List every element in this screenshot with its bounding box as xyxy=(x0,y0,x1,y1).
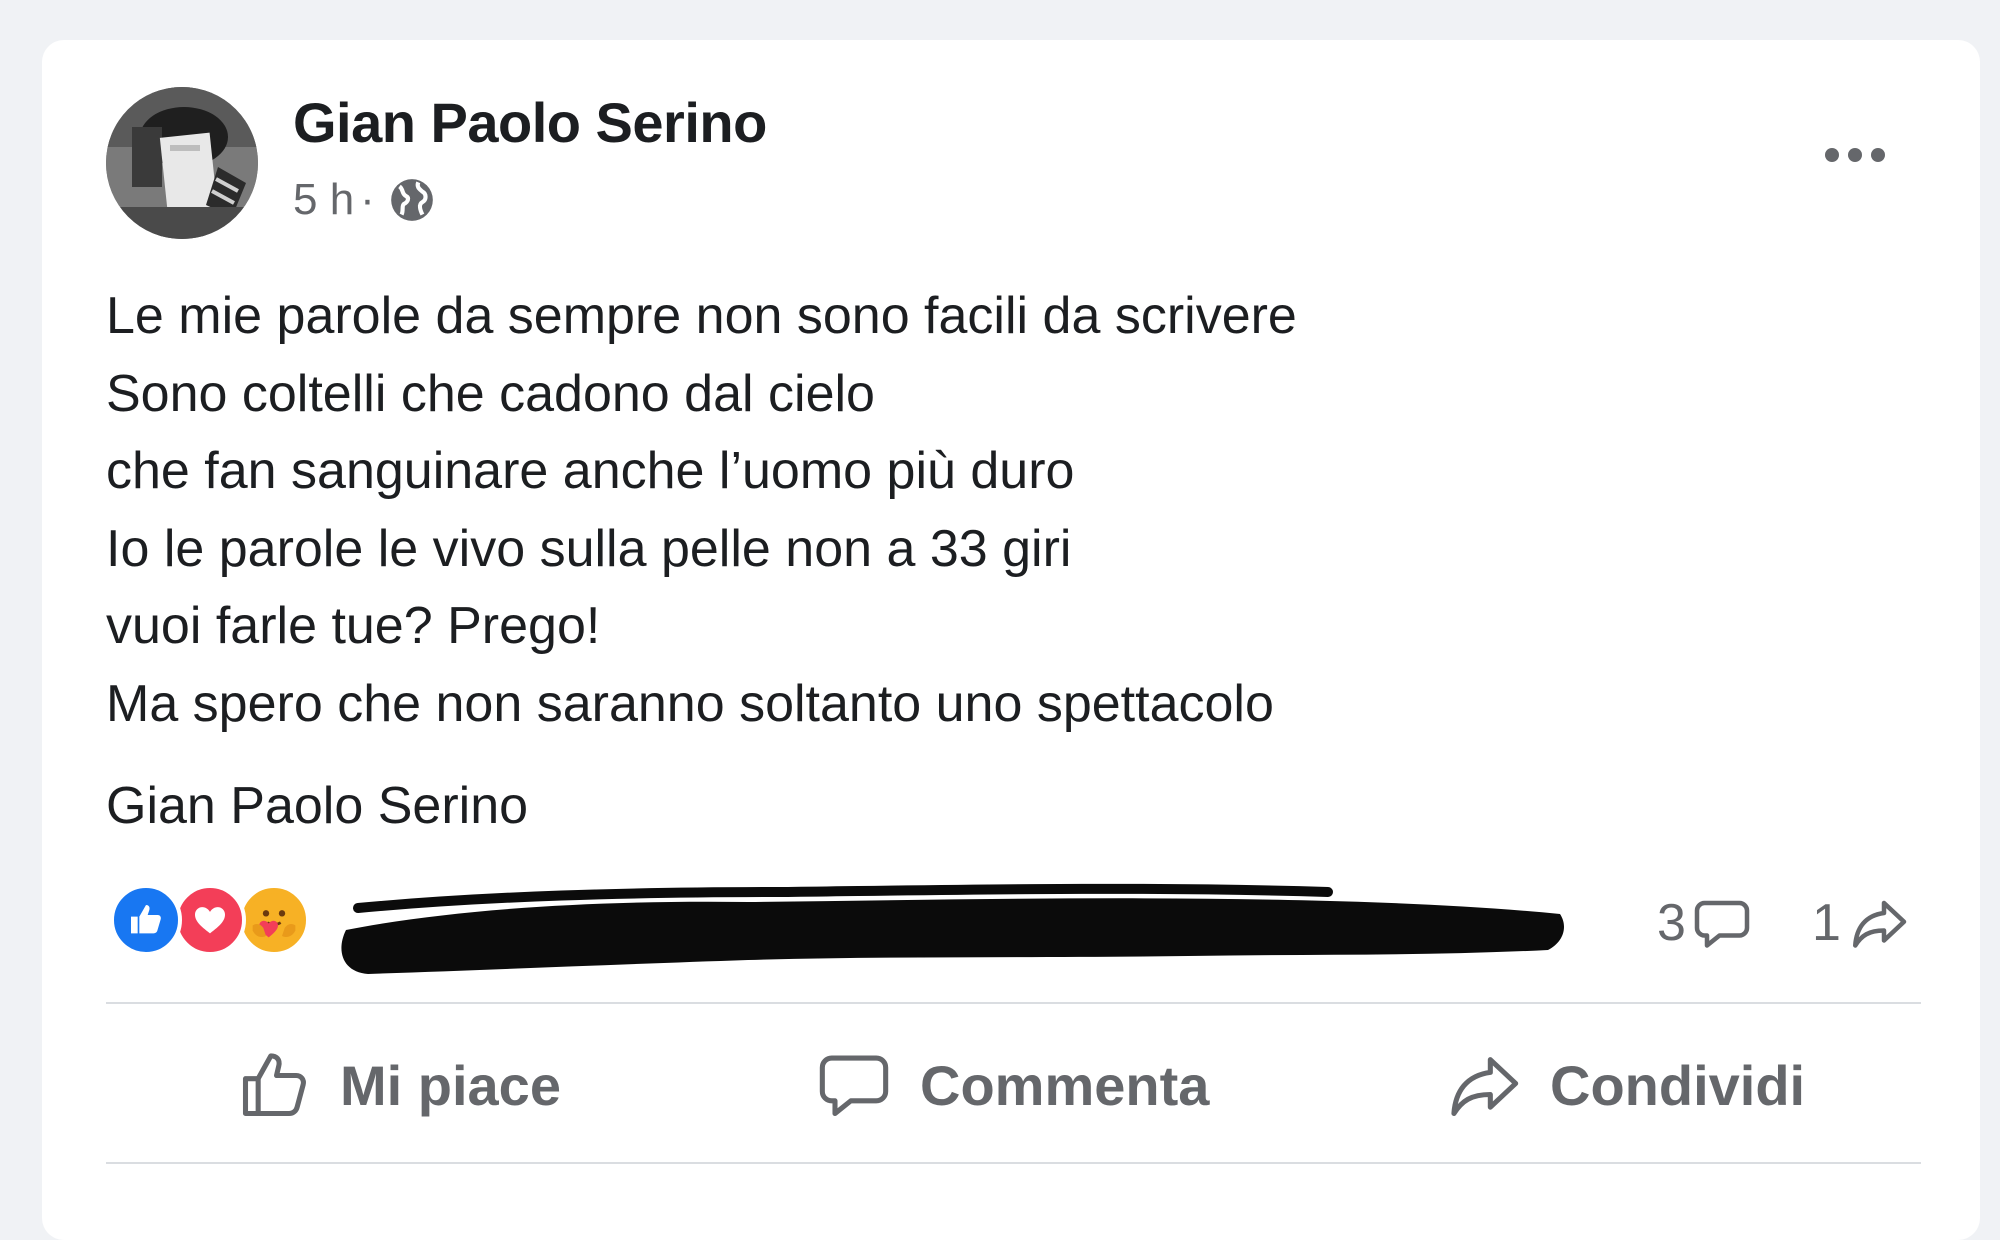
shares-count-number: 1 xyxy=(1812,894,1841,952)
post-line: Ma spero che non saranno soltanto uno sp… xyxy=(106,674,1274,733)
comment-button-label: Commenta xyxy=(920,1053,1210,1117)
post-line: vuoi farle tue? Prego! xyxy=(106,597,601,655)
reaction-icons[interactable] xyxy=(110,882,310,958)
like-reaction-icon xyxy=(110,884,182,956)
share-button[interactable]: Condividi xyxy=(1446,1040,1805,1130)
share-icon xyxy=(1451,1057,1519,1117)
more-options-button[interactable] xyxy=(1810,130,1900,180)
redaction-scribble xyxy=(341,883,1564,974)
care-reaction-icon xyxy=(238,884,310,956)
author-avatar[interactable] xyxy=(106,87,258,239)
like-button[interactable]: Mi piace xyxy=(236,1040,561,1130)
comments-count[interactable]: 3 xyxy=(1657,888,1752,958)
post-line: che fan sanguinare anche l’uomo più duro xyxy=(106,442,1075,500)
share-button-label: Condividi xyxy=(1550,1053,1806,1117)
comments-count-number: 3 xyxy=(1657,894,1686,952)
meta-separator: · xyxy=(360,175,375,224)
shares-count[interactable]: 1 xyxy=(1812,888,1911,958)
author-name[interactable]: Gian Paolo Serino xyxy=(293,90,767,155)
avatar-photo xyxy=(106,87,258,239)
love-reaction-icon xyxy=(174,884,246,956)
comment-icon xyxy=(819,1055,889,1117)
actions-divider-bottom xyxy=(106,1162,1921,1164)
like-button-label: Mi piace xyxy=(340,1053,561,1117)
actions-divider-top xyxy=(106,1002,1921,1004)
post-signature: Gian Paolo Serino xyxy=(106,777,529,835)
globe-icon[interactable] xyxy=(387,175,437,225)
post-time[interactable]: 5 h xyxy=(293,175,354,225)
comment-button[interactable]: Commenta xyxy=(816,1040,1209,1130)
post-line: Io le parole le vivo sulla pelle non a 3… xyxy=(106,519,1072,578)
comment-count-icon xyxy=(1694,900,1750,948)
post-text: Le mie parole da sempre non sono facili … xyxy=(106,278,1806,743)
post-line: Sono coltelli che cadono dal cielo xyxy=(106,364,875,423)
more-options-icon xyxy=(1825,148,1885,162)
share-count-icon xyxy=(1852,900,1907,948)
thumbs-up-icon xyxy=(242,1053,306,1117)
post-meta: 5 h · xyxy=(293,172,437,228)
post-line: Le mie parole da sempre non sono facili … xyxy=(106,287,1297,345)
